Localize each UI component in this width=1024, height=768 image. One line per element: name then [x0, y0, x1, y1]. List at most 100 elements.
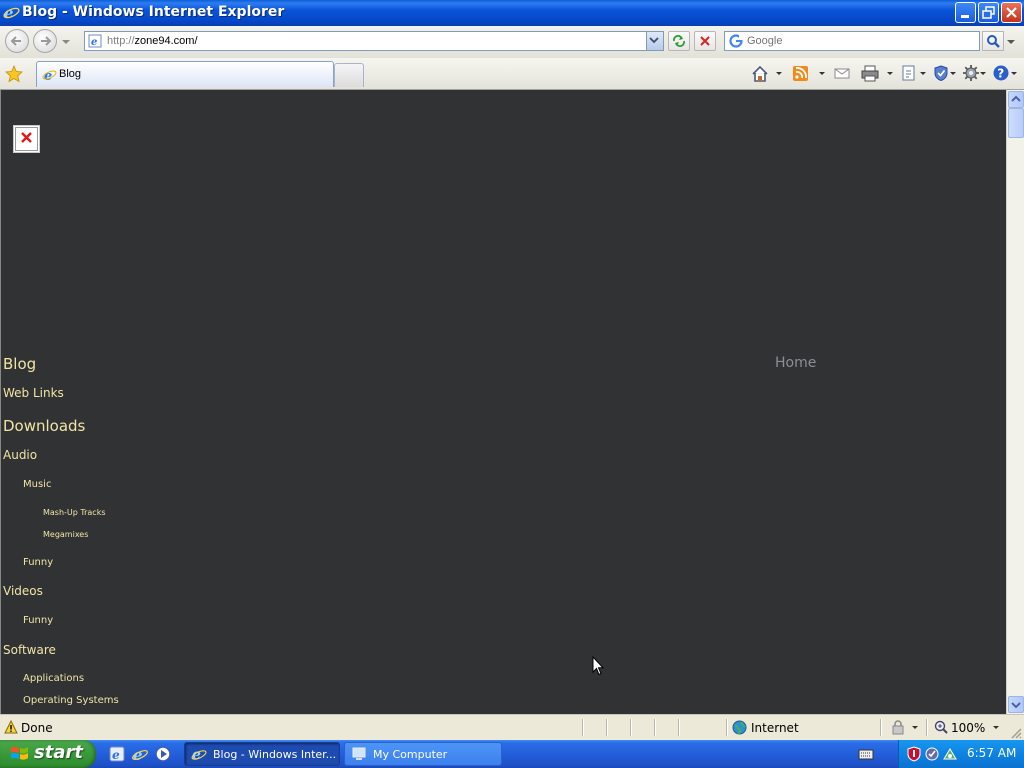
restore-button[interactable] — [978, 2, 999, 23]
minimize-button[interactable] — [955, 2, 976, 23]
status-divider — [880, 719, 882, 736]
quicklaunch-ie-browser-icon[interactable]: e — [131, 745, 149, 763]
print-dropdown-icon — [887, 72, 893, 75]
nav-link-operating-systems[interactable]: Operating Systems — [23, 695, 119, 706]
page-menu-button[interactable] — [900, 64, 928, 84]
refresh-icon — [673, 35, 685, 47]
antivirus-tray-icon[interactable] — [924, 746, 940, 762]
zoom-dropdown-icon[interactable] — [993, 726, 999, 729]
nav-link-applications[interactable]: Applications — [23, 673, 84, 684]
taskbar-item-my-computer[interactable]: My Computer — [344, 742, 502, 766]
address-field[interactable]: e http://zone94.com/ — [84, 31, 664, 51]
protected-mode-icon[interactable] — [890, 720, 908, 735]
help-icon: ? — [993, 65, 1009, 81]
start-button[interactable]: start — [0, 740, 96, 768]
nav-link-blog[interactable]: Blog — [3, 355, 36, 373]
stop-button[interactable] — [694, 31, 716, 51]
ie-page-icon: e — [42, 69, 57, 82]
tab-row: e Blog ? — [0, 58, 1024, 90]
nav-link-web-links[interactable]: Web Links — [3, 386, 64, 400]
taskbar-item-label: My Computer — [373, 748, 448, 761]
status-text: Done — [21, 721, 53, 735]
resize-grip-icon[interactable] — [1010, 727, 1022, 739]
home-icon — [752, 65, 768, 82]
back-button[interactable] — [5, 29, 29, 53]
scroll-down-button[interactable] — [1008, 696, 1024, 713]
status-divider — [678, 719, 680, 736]
chevron-down-icon — [1011, 702, 1021, 709]
network-tray-icon[interactable] — [942, 746, 958, 762]
taskbar-item-label: Blog - Windows Inter... — [213, 748, 337, 761]
nav-link-downloads[interactable]: Downloads — [3, 417, 85, 435]
recent-pages-dropdown-icon[interactable] — [62, 38, 70, 46]
restore-icon — [982, 6, 995, 19]
nav-link-music[interactable]: Music — [23, 479, 51, 490]
status-divider — [926, 719, 928, 736]
status-bar: Done Internet 100% — [0, 714, 1024, 740]
protected-mode-dropdown-icon[interactable] — [912, 726, 918, 729]
address-dropdown[interactable] — [646, 32, 663, 50]
nav-link-megamixes[interactable]: Megamixes — [43, 530, 88, 539]
home-button[interactable] — [750, 64, 784, 84]
zoom-icon — [934, 720, 948, 734]
search-box[interactable] — [724, 31, 980, 51]
svg-text:e: e — [112, 748, 120, 762]
nav-link-videos-funny[interactable]: Funny — [23, 615, 53, 626]
url-scheme: http:// — [107, 35, 135, 47]
back-arrow-icon — [10, 36, 21, 46]
page-dropdown-icon — [920, 72, 926, 75]
title-bar: e Blog - Windows Internet Explorer — [0, 0, 1024, 26]
nav-link-audio-funny[interactable]: Funny — [23, 557, 53, 568]
new-tab-button[interactable] — [334, 63, 364, 87]
feeds-button[interactable] — [792, 64, 826, 84]
chevron-down-icon — [649, 37, 659, 44]
safety-menu-button[interactable] — [932, 64, 958, 84]
status-divider — [630, 719, 632, 736]
search-input[interactable] — [747, 33, 975, 49]
warning-icon — [4, 720, 18, 734]
tools-menu-button[interactable] — [962, 64, 988, 84]
nav-link-software[interactable]: Software — [3, 643, 56, 657]
mail-icon — [834, 68, 850, 79]
scroll-thumb[interactable] — [1008, 108, 1024, 138]
page-icon — [902, 65, 915, 81]
search-button[interactable] — [982, 31, 1004, 51]
address-toolbar: e http://zone94.com/ — [0, 26, 1024, 58]
forward-button[interactable] — [33, 29, 57, 53]
safety-dropdown-icon — [950, 72, 956, 75]
tab-label: Blog — [59, 68, 82, 80]
tab-blog[interactable]: e Blog — [36, 61, 334, 87]
keyboard-language-icon[interactable] — [858, 747, 874, 761]
favorites-star-icon[interactable] — [5, 65, 23, 83]
scroll-up-button[interactable] — [1008, 91, 1024, 108]
window-title: Blog - Windows Internet Explorer — [22, 4, 285, 20]
minimize-icon — [961, 15, 969, 18]
zoom-level[interactable]: 100% — [951, 721, 985, 735]
read-mail-button[interactable] — [833, 64, 853, 84]
start-label: start — [34, 742, 83, 763]
security-shield-tray-icon[interactable] — [906, 746, 922, 762]
print-button[interactable] — [860, 64, 894, 84]
help-menu-button[interactable]: ? — [992, 64, 1018, 84]
security-zone-label: Internet — [751, 721, 799, 735]
svg-text:e: e — [91, 37, 97, 48]
broken-image-placeholder — [13, 125, 40, 153]
close-button[interactable] — [1001, 2, 1022, 23]
search-options-dropdown-icon[interactable] — [1005, 31, 1017, 51]
taskbar-item-blog[interactable]: e Blog - Windows Inter... — [184, 742, 340, 766]
nav-link-audio[interactable]: Audio — [3, 448, 37, 462]
refresh-button[interactable] — [668, 31, 690, 51]
quicklaunch-media-player-icon[interactable] — [154, 745, 172, 763]
clock[interactable]: 6:57 AM — [967, 746, 1016, 760]
ie-icon: e — [191, 747, 207, 762]
search-icon — [987, 35, 1000, 48]
status-divider — [726, 719, 728, 736]
nav-link-mash-up-tracks[interactable]: Mash-Up Tracks — [43, 508, 106, 517]
home-link[interactable]: Home — [775, 355, 816, 371]
quicklaunch-ie-icon[interactable]: e — [108, 745, 126, 763]
feeds-dropdown-icon — [819, 72, 825, 75]
home-dropdown-icon — [776, 72, 782, 75]
vertical-scrollbar[interactable] — [1006, 90, 1024, 714]
mouse-cursor-icon — [592, 656, 604, 676]
nav-link-videos[interactable]: Videos — [3, 584, 43, 598]
